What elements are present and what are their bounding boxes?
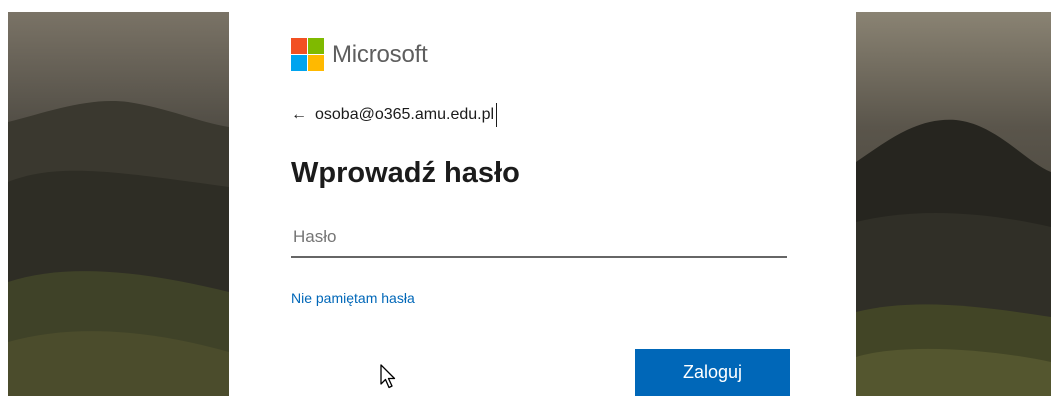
forgot-password-link[interactable]: Nie pamiętam hasła: [291, 290, 415, 306]
brand-name: Microsoft: [332, 40, 428, 68]
password-field[interactable]: [291, 218, 787, 258]
sign-in-window: Microsoft ← osoba@o365.amu.edu.pl Wprowa…: [0, 0, 1059, 396]
mouse-pointer-icon: [380, 364, 398, 395]
microsoft-logo-icon: [291, 38, 324, 71]
account-email: osoba@o365.amu.edu.pl: [315, 106, 495, 123]
logo-square-green: [308, 38, 324, 54]
sign-in-card: Microsoft ← osoba@o365.amu.edu.pl Wprowa…: [229, 0, 856, 396]
logo-square-blue: [291, 55, 307, 71]
background-image-right: [856, 12, 1051, 396]
logo-square-red: [291, 38, 307, 54]
logo-square-yellow: [308, 55, 324, 71]
page-title: Wprowadź hasło: [291, 157, 520, 189]
background-image-left: [8, 12, 229, 396]
text-caret: [496, 103, 498, 127]
identity-banner[interactable]: ← osoba@o365.amu.edu.pl: [291, 103, 498, 127]
sign-in-button[interactable]: Zaloguj: [635, 349, 790, 396]
back-arrow-icon[interactable]: ←: [291, 106, 307, 124]
microsoft-logo: Microsoft: [291, 38, 428, 71]
